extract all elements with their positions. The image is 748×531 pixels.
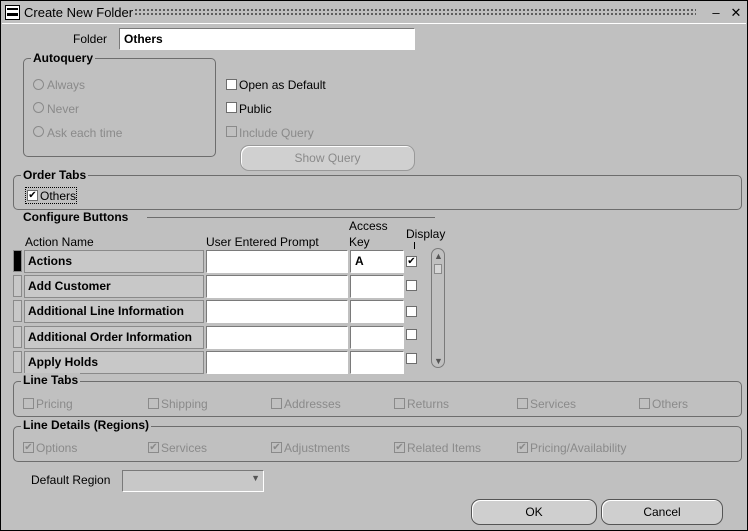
region-options-label: Options (36, 441, 78, 455)
others-label: Others (40, 189, 77, 203)
window-title: Create New Folder (24, 5, 134, 20)
region-related-items-label: Related Items (407, 441, 482, 455)
open-as-default-checkbox[interactable] (226, 79, 237, 90)
scroll-up-icon[interactable]: ▲ (434, 251, 443, 261)
never-radio[interactable] (33, 102, 44, 113)
region-related-items-checkbox[interactable]: ✔ (394, 442, 405, 453)
display-checkbox-5[interactable] (406, 353, 417, 364)
display-checkbox-2[interactable] (406, 280, 417, 291)
scroll-thumb[interactable] (434, 264, 442, 274)
include-query-label: Include Query (239, 126, 314, 140)
line-tabs-group (13, 381, 742, 417)
close-button[interactable]: ✕ (728, 4, 744, 21)
row-selector-1[interactable] (13, 250, 22, 272)
row-selector-2[interactable] (13, 275, 22, 297)
include-query-checkbox[interactable] (226, 126, 237, 137)
region-pricing-availability-checkbox[interactable]: ✔ (517, 442, 528, 453)
display-checkbox-4[interactable] (406, 329, 417, 340)
display-checkbox-3[interactable] (406, 306, 417, 317)
display-header: Display (406, 227, 446, 241)
access-key-field-3[interactable] (350, 300, 404, 323)
region-options-checkbox[interactable]: ✔ (23, 442, 34, 453)
region-adjustments-label: Adjustments (284, 441, 351, 455)
autoquery-title: Autoquery (31, 51, 95, 65)
action-name-cell-3[interactable]: Additional Line Information (24, 300, 204, 323)
always-label: Always (47, 78, 86, 92)
line-tab-shipping-label: Shipping (161, 397, 208, 411)
access-key-field-4[interactable] (350, 326, 404, 349)
line-details-title: Line Details (Regions) (21, 418, 152, 432)
order-tabs-group (13, 175, 742, 210)
order-tabs-title: Order Tabs (21, 168, 89, 182)
line-tab-addresses-label: Addresses (284, 397, 341, 411)
line-tab-returns-checkbox[interactable] (394, 398, 405, 409)
region-services-checkbox[interactable]: ✔ (148, 442, 159, 453)
line-tab-pricing-checkbox[interactable] (23, 398, 34, 409)
show-query-button[interactable]: Show Query (240, 145, 415, 171)
action-name-cell-4[interactable]: Additional Order Information (24, 326, 204, 349)
always-radio[interactable] (33, 79, 44, 90)
public-label: Public (239, 102, 272, 116)
access-key-field-1[interactable]: A (350, 250, 404, 273)
default-region-select[interactable]: ▼ (122, 470, 264, 492)
action-name-cell-2[interactable]: Add Customer (24, 275, 204, 298)
prompt-field-3[interactable] (206, 300, 348, 323)
user-prompt-header: User Entered Prompt (206, 235, 319, 249)
line-tab-others-checkbox[interactable] (639, 398, 650, 409)
display-checkbox-1[interactable]: ✔ (406, 256, 417, 267)
action-name-header: Action Name (25, 235, 94, 249)
ask-each-time-label: Ask each time (47, 126, 123, 140)
region-pricing-availability-label: Pricing/Availability (530, 441, 627, 455)
configure-buttons-divider (147, 217, 435, 218)
line-tab-pricing-label: Pricing (36, 397, 73, 411)
line-tab-addresses-checkbox[interactable] (271, 398, 282, 409)
row-selector-5[interactable] (13, 351, 22, 373)
prompt-field-1[interactable] (206, 250, 348, 273)
action-name-cell-1[interactable]: Actions (24, 250, 204, 273)
line-tab-services-checkbox[interactable] (517, 398, 528, 409)
access-key-field-2[interactable] (350, 275, 404, 298)
row-selector-4[interactable] (13, 326, 22, 348)
order-tab-others-item[interactable]: ✔ Others (25, 187, 77, 204)
configure-buttons-title: Configure Buttons (21, 210, 131, 224)
ask-each-time-radio[interactable] (33, 126, 44, 137)
public-checkbox[interactable] (226, 102, 237, 113)
line-tabs-title: Line Tabs (21, 373, 81, 387)
buttons-scrollbar[interactable]: ▲ ▼ (431, 248, 445, 368)
line-tab-returns-label: Returns (407, 397, 450, 411)
dropdown-arrow-icon[interactable]: ▼ (251, 473, 260, 483)
line-tab-shipping-checkbox[interactable] (148, 398, 159, 409)
default-region-label: Default Region (31, 473, 111, 487)
app-icon (5, 5, 20, 20)
access-header-line2: Key (349, 235, 370, 249)
ok-button[interactable]: OK (471, 499, 597, 525)
prompt-field-2[interactable] (206, 275, 348, 298)
open-as-default-label: Open as Default (239, 78, 326, 92)
cancel-button[interactable]: Cancel (601, 499, 723, 525)
create-new-folder-window: Create New Folder – ✕ Folder Others Auto… (0, 0, 748, 531)
line-tab-services-label: Services (530, 397, 577, 411)
display-header-tick (414, 242, 415, 249)
row-selector-3[interactable] (13, 300, 22, 322)
title-bar[interactable]: Create New Folder – ✕ (2, 2, 746, 24)
region-services-label: Services (161, 441, 208, 455)
scroll-down-icon[interactable]: ▼ (434, 356, 443, 366)
access-key-field-5[interactable] (350, 351, 404, 374)
never-label: Never (47, 102, 80, 116)
action-name-cell-5[interactable]: Apply Holds (24, 351, 204, 374)
prompt-field-4[interactable] (206, 326, 348, 349)
access-header-line1: Access (349, 219, 388, 233)
title-bar-grip (134, 8, 696, 17)
region-adjustments-checkbox[interactable]: ✔ (271, 442, 282, 453)
prompt-field-5[interactable] (206, 351, 348, 374)
line-tab-others-label: Others (652, 397, 689, 411)
folder-field[interactable]: Others (119, 28, 415, 50)
minimize-button[interactable]: – (708, 4, 724, 21)
others-checkbox[interactable]: ✔ (27, 190, 38, 201)
folder-label: Folder (73, 32, 108, 46)
